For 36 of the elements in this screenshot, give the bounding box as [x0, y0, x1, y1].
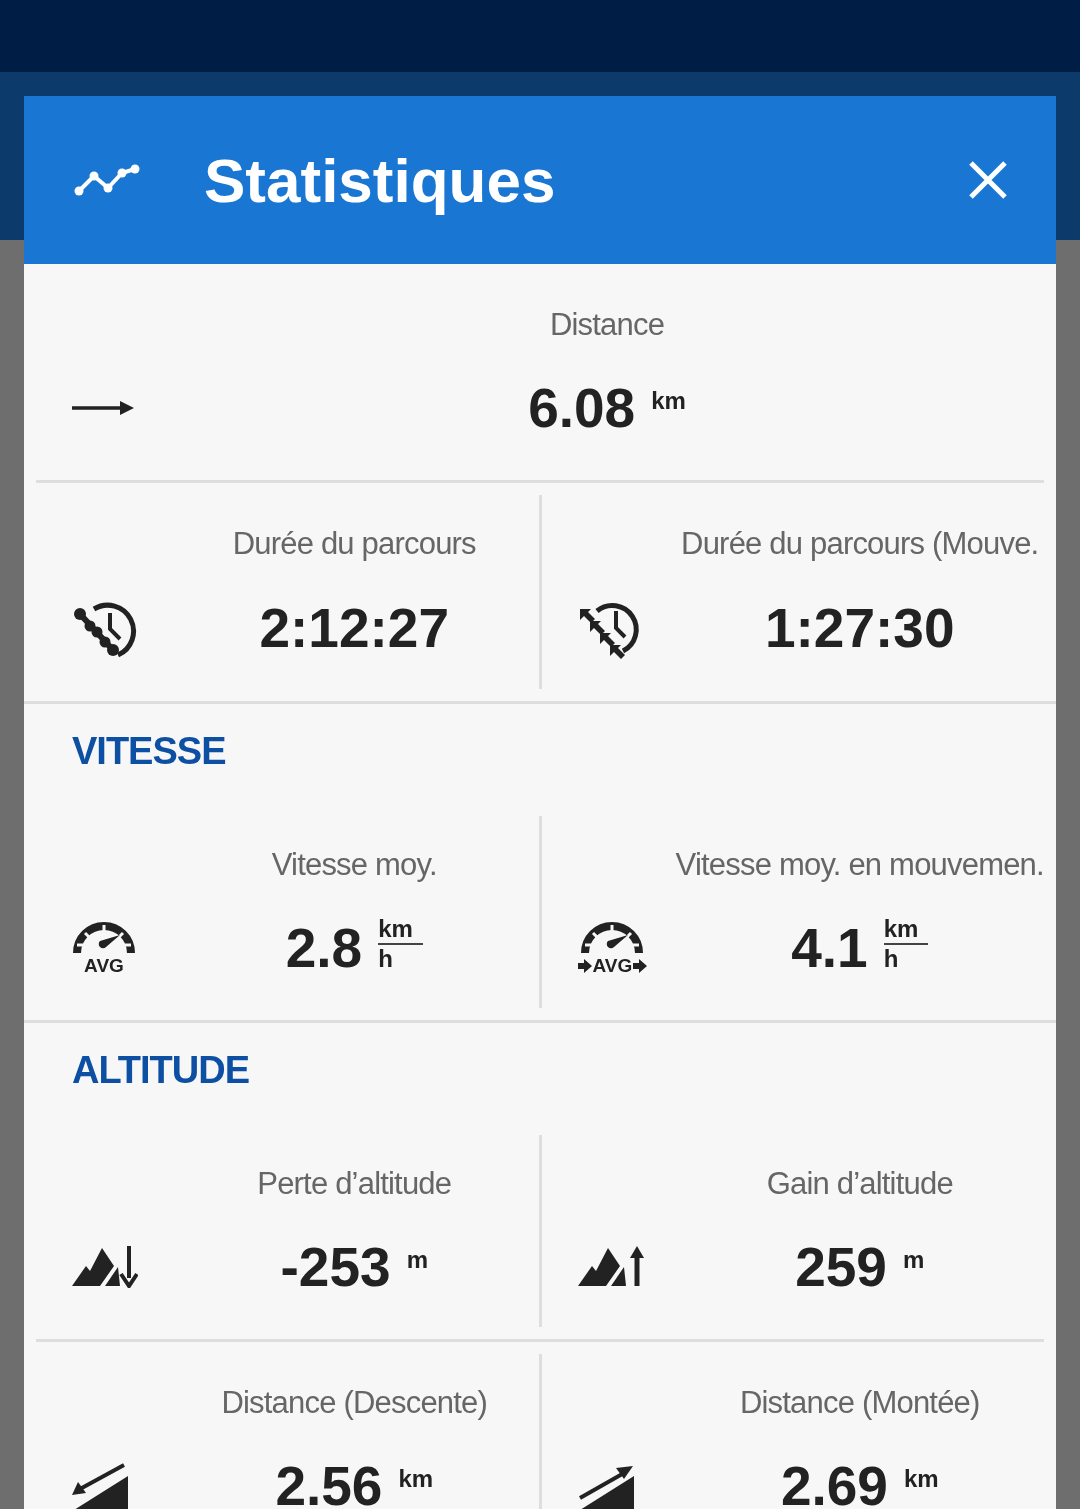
unit-label: m [902, 1246, 925, 1274]
stat-label: Distance (Montée) [738, 1385, 981, 1421]
stat-label: Vitesse moy. [270, 847, 438, 883]
section-title: VITESSE [71, 729, 227, 774]
unit-numerator: km [378, 915, 423, 945]
unit-numerator: km [883, 915, 929, 945]
stat-value: 2.56 [275, 1454, 383, 1509]
unit-denominator: h [378, 945, 393, 973]
arrow-right-icon [72, 400, 134, 416]
stat-value: 2.69 [780, 1454, 888, 1509]
stat-label: Perte d’altitude [256, 1166, 453, 1202]
unit-label: km [651, 387, 686, 415]
dialog-title: Statistiques [204, 144, 557, 216]
mountain-down-arrow-icon [72, 1246, 138, 1288]
stat-label: Durée du parcours (Mouve. [680, 526, 1040, 562]
stat-value: -253 [280, 1235, 391, 1299]
close-icon [968, 160, 1008, 200]
unit-denominator: h [883, 945, 899, 973]
stat-value: 259 [795, 1235, 887, 1299]
stat-label: Distance (Descente) [220, 1385, 489, 1421]
stat-label: Vitesse moy. en mouvemen. [675, 847, 1044, 883]
stat-value: 2.8 [285, 916, 363, 980]
unit-label: km [903, 1465, 939, 1493]
section-title: ALTITUDE [71, 1048, 251, 1093]
stat-value: 2:12:27 [259, 596, 450, 660]
unit-label: m [406, 1246, 428, 1274]
stat-label: Distance [548, 307, 666, 343]
line-chart-icon [74, 163, 140, 197]
slope-down-arrow-icon [72, 1462, 130, 1509]
stat-label: Durée du parcours [231, 526, 477, 562]
mountain-up-arrow-icon [577, 1246, 644, 1288]
stat-value: 4.1 [791, 916, 868, 980]
stat-value: 6.08 [528, 376, 636, 440]
stat-value: 1:27:30 [764, 596, 955, 660]
unit-label: km [398, 1465, 434, 1493]
stat-label: Gain d’altitude [765, 1166, 954, 1202]
